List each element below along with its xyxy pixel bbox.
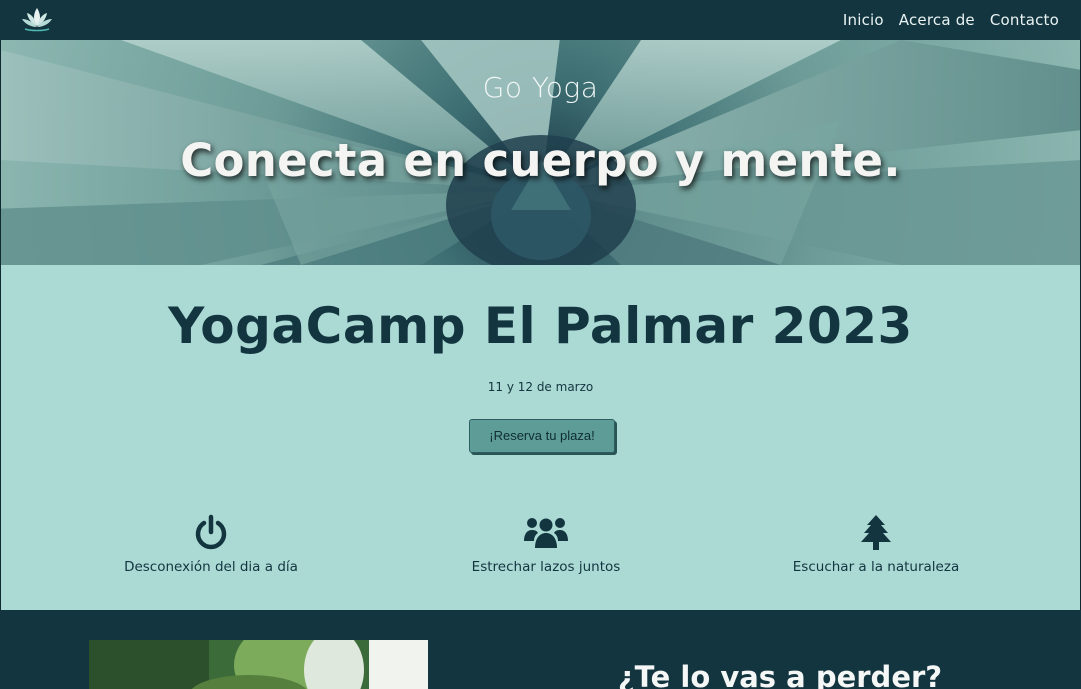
feature-disconnect: Desconexión del dia a día bbox=[101, 513, 321, 575]
feature-label: Escuchar a la naturaleza bbox=[792, 559, 960, 575]
promo-section: ¿Te lo vas a perder? bbox=[0, 610, 1081, 689]
power-icon bbox=[195, 514, 227, 550]
nav-link-acerca-de[interactable]: Acerca de bbox=[899, 11, 975, 29]
feature-label: Desconexión del dia a día bbox=[124, 559, 298, 575]
users-icon bbox=[524, 518, 568, 548]
lotus-icon[interactable] bbox=[20, 4, 54, 34]
event-title: YogaCamp El Palmar 2023 bbox=[168, 297, 913, 355]
nav-link-inicio[interactable]: Inicio bbox=[843, 11, 884, 29]
event-date: 11 y 12 de marzo bbox=[487, 380, 594, 394]
feature-label: Estrechar lazos juntos bbox=[471, 559, 621, 575]
hero-banner: Go Yoga Conecta en cuerpo y mente. bbox=[0, 40, 1081, 265]
navbar: Inicio Acerca de Contacto bbox=[0, 0, 1081, 40]
hero-tagline: Conecta en cuerpo y mente. bbox=[180, 134, 901, 187]
hero-brand: Go Yoga bbox=[482, 71, 599, 104]
promo-heading: ¿Te lo vas a perder? bbox=[617, 660, 943, 689]
feature-nature: Escuchar a la naturaleza bbox=[766, 513, 986, 575]
feature-bonds: Estrechar lazos juntos bbox=[436, 513, 656, 575]
tree-icon bbox=[861, 515, 891, 550]
reserve-button[interactable]: ¡Reserva tu plaza! bbox=[469, 419, 615, 453]
nav-link-contacto[interactable]: Contacto bbox=[990, 11, 1059, 29]
promo-photo bbox=[89, 640, 428, 689]
event-section: YogaCamp El Palmar 2023 11 y 12 de marzo… bbox=[0, 265, 1081, 610]
